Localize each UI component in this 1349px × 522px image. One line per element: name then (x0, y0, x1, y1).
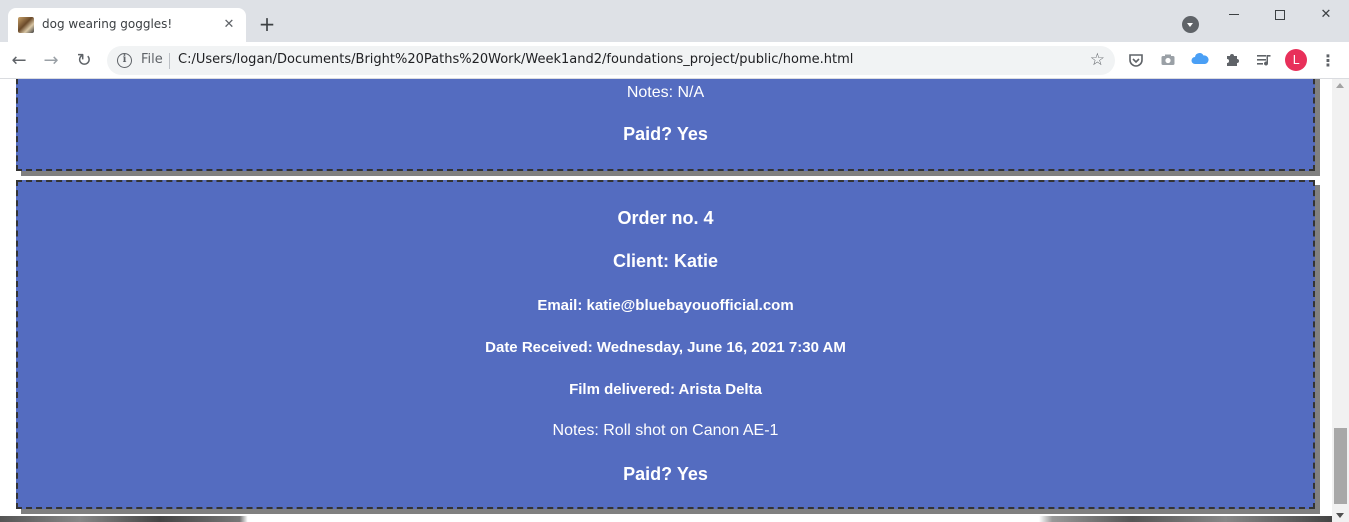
order-notes: Notes: Roll shot on Canon AE-1 (552, 422, 779, 439)
minimize-button[interactable] (1211, 4, 1257, 26)
tab-search-icon[interactable] (1182, 16, 1199, 33)
window-close-button[interactable]: ✕ (1303, 4, 1349, 26)
order-card: Order no. 4 Client: Katie Email: katie@b… (16, 180, 1315, 509)
bookmark-star-icon[interactable]: ☆ (1090, 50, 1105, 70)
tab-strip: dog wearing goggles! ✕ + ✕ (0, 0, 1349, 42)
page-scrollbar[interactable] (1332, 79, 1349, 522)
address-divider (169, 53, 170, 69)
scheme-label: File (141, 52, 163, 67)
camera-icon[interactable] (1159, 52, 1177, 70)
order-date-received: Date Received: Wednesday, June 16, 2021 … (485, 339, 846, 356)
order-film-delivered: Film delivered: Arista Delta (569, 381, 762, 398)
scroll-down-arrow-icon[interactable] (1336, 513, 1344, 518)
minimize-icon (1229, 14, 1239, 15)
order-email: Email: katie@bluebayouofficial.com (537, 297, 794, 314)
order-paid-status: Paid? Yes (623, 464, 708, 484)
order-heading: Order no. 4 (617, 208, 714, 228)
extensions-puzzle-icon[interactable] (1223, 52, 1241, 70)
maximize-icon (1275, 9, 1285, 20)
forward-button[interactable]: → (40, 50, 62, 72)
media-control-icon[interactable] (1255, 52, 1273, 70)
scroll-up-arrow-icon[interactable] (1336, 83, 1344, 88)
page-viewport: Notes: N/A Paid? Yes Order no. 4 Client:… (0, 79, 1332, 522)
browser-toolbar: ← → ↻ i File C:/Users/logan/Documents/Br… (0, 42, 1349, 79)
favicon-icon (18, 17, 34, 33)
order-card-previous: Notes: N/A Paid? Yes (16, 79, 1315, 171)
browser-tab[interactable]: dog wearing goggles! ✕ (8, 8, 246, 42)
profile-avatar[interactable]: L (1285, 49, 1307, 71)
scroll-thumb[interactable] (1334, 428, 1347, 504)
url-text[interactable]: C:/Users/logan/Documents/Bright%20Paths%… (178, 52, 853, 67)
order-paid-status: Paid? Yes (623, 124, 708, 144)
info-icon[interactable]: i (117, 53, 132, 68)
maximize-button[interactable] (1257, 4, 1303, 26)
order-notes: Notes: N/A (626, 84, 705, 101)
next-section-image-strip (0, 516, 1332, 522)
pocket-icon[interactable] (1127, 52, 1145, 70)
new-tab-button[interactable]: + (256, 13, 278, 35)
tab-title: dog wearing goggles! (42, 17, 173, 31)
address-bar[interactable]: i File C:/Users/logan/Documents/Bright%2… (107, 46, 1115, 75)
cloud-icon[interactable] (1191, 52, 1209, 70)
order-client: Client: Katie (612, 251, 718, 271)
back-button[interactable]: ← (8, 50, 30, 72)
browser-menu-icon[interactable]: ⋮ (1318, 50, 1338, 72)
close-icon[interactable]: ✕ (220, 16, 238, 34)
reload-button[interactable]: ↻ (73, 50, 95, 72)
